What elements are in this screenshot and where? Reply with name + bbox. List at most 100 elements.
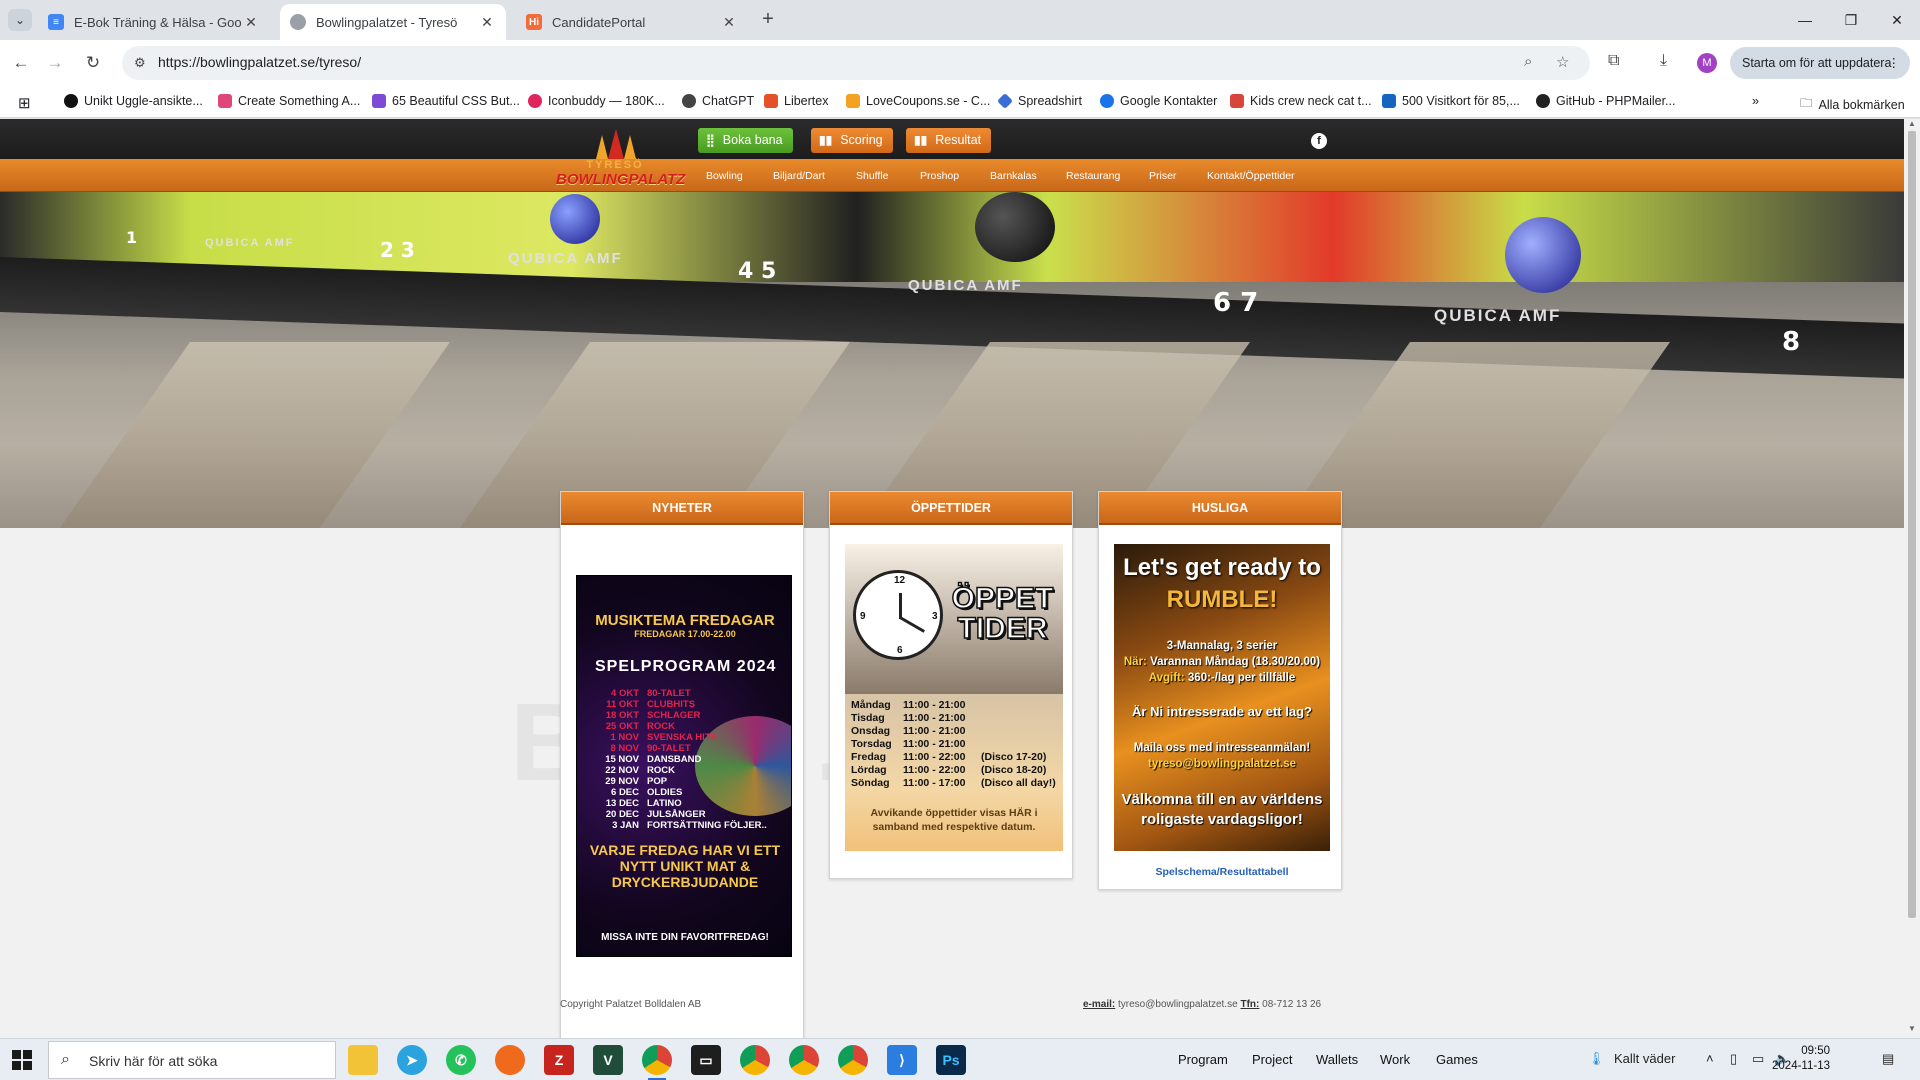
- download-icon[interactable]: ⤓: [1660, 52, 1667, 70]
- site-logo[interactable]: TYRESÖ BOWLINGPALATZ: [556, 129, 685, 193]
- program-row: 22 NOV ROCK: [605, 765, 675, 776]
- more-bookmarks-icon[interactable]: »: [1752, 94, 1759, 108]
- chrome-profile-m-icon[interactable]: [642, 1045, 672, 1080]
- whatsapp-icon[interactable]: ✆: [446, 1045, 476, 1075]
- hours-row: Onsdag 11:00 - 21:00: [851, 725, 966, 737]
- firefox-icon[interactable]: [495, 1045, 525, 1075]
- bookmark-item[interactable]: Google Kontakter: [1100, 94, 1217, 108]
- bookmark-item[interactable]: 500 Visitkort för 85,...: [1382, 94, 1520, 108]
- tab-search-button[interactable]: ⌄: [8, 9, 32, 31]
- windows-taskbar: ⌕ Skriv här för att söka ➤ ✆ Z V ▭ ⟩ Ps …: [0, 1038, 1920, 1080]
- kids-icon: [1230, 94, 1244, 108]
- bookmark-item[interactable]: Kids crew neck cat t...: [1230, 94, 1372, 108]
- hours-row: Söndag 11:00 - 17:00 (Disco all day!): [851, 777, 1056, 789]
- address-bar[interactable]: ⚙ https://bowlingpalatzet.se/tyreso/ ⌕ ☆: [122, 46, 1590, 80]
- program-row: 18 OKT SCHLAGER: [605, 710, 701, 721]
- network-icon[interactable]: ▭: [1752, 1051, 1764, 1067]
- nav-shuffle[interactable]: Shuffle: [856, 170, 889, 182]
- apps-grid-icon[interactable]: ⊞: [18, 94, 31, 112]
- bowling-ball-icon: [1505, 217, 1581, 293]
- scroll-up-icon[interactable]: ▲: [1908, 119, 1916, 128]
- back-button[interactable]: ←: [8, 50, 34, 76]
- close-icon[interactable]: ✕: [720, 14, 738, 31]
- nav-proshop[interactable]: Proshop: [920, 170, 959, 182]
- opening-hours-poster[interactable]: 12 3 6 9 ÖPPET TIDER Måndag 11:00 - 21:00 …: [845, 544, 1063, 851]
- all-bookmarks[interactable]: 🗀 Alla bokmärken: [1800, 94, 1905, 115]
- tab-candidateportal[interactable]: Hi CandidatePortal ✕: [516, 4, 748, 40]
- scroll-down-icon[interactable]: ▼: [1908, 1024, 1916, 1033]
- taskbar-clock[interactable]: 09:50 2024-11-13: [1766, 1044, 1830, 1074]
- results-button[interactable]: ▮▮ Resultat: [906, 128, 992, 153]
- zoom-icon[interactable]: ⌕: [1524, 53, 1532, 70]
- v-app-icon[interactable]: V: [593, 1045, 623, 1075]
- update-button[interactable]: Starta om för att uppdatera ⋮: [1730, 47, 1910, 79]
- url-text[interactable]: https://bowlingpalatzet.se/tyreso/: [158, 54, 361, 70]
- new-tab-button[interactable]: +: [756, 8, 780, 32]
- taskbar-search[interactable]: ⌕ Skriv här för att söka: [48, 1041, 336, 1079]
- scoring-button[interactable]: ▮▮ Scoring: [811, 128, 893, 153]
- bookmark-item[interactable]: LoveCoupons.se - C...: [846, 94, 990, 108]
- extensions-icon[interactable]: ⧉: [1608, 52, 1619, 70]
- minimize-button[interactable]: —: [1782, 0, 1828, 40]
- close-icon[interactable]: ✕: [478, 14, 496, 31]
- program-row: 3 JAN FORTSÄTTNING FÖLJER..: [612, 820, 767, 831]
- close-window-button[interactable]: ✕: [1874, 0, 1920, 40]
- bookmark-item[interactable]: Libertex: [764, 94, 828, 108]
- bookmark-item[interactable]: ChatGPT: [682, 94, 754, 108]
- windows-start-icon[interactable]: [12, 1050, 32, 1070]
- email-link[interactable]: tyreso@bowlingpalatzet.se: [1118, 999, 1238, 1010]
- weather-text[interactable]: Kallt väder: [1614, 1051, 1675, 1066]
- profile-avatar[interactable]: M: [1697, 53, 1717, 73]
- reload-icon: ↻: [85, 53, 101, 72]
- hours-heading: ÖPPETTIDER: [830, 492, 1072, 525]
- chevron-up-icon[interactable]: ˄: [1706, 1051, 1714, 1066]
- nav-kontakt[interactable]: Kontakt/Öppettider: [1207, 170, 1295, 182]
- nav-bowling[interactable]: Bowling: [706, 170, 743, 182]
- music-friday-poster[interactable]: MUSIKTEMA FREDAGAR FREDAGAR 17.00-22.00 …: [576, 575, 792, 957]
- taskbar-group-wallets[interactable]: Wallets: [1316, 1052, 1358, 1067]
- scroll-thumb[interactable]: [1908, 131, 1916, 918]
- bookmark-star-icon[interactable]: ☆: [1556, 53, 1569, 71]
- filezilla-icon[interactable]: Z: [544, 1045, 574, 1075]
- device-icon[interactable]: ▯: [1730, 1051, 1737, 1067]
- telegram-icon[interactable]: ➤: [397, 1045, 427, 1075]
- chrome-icon[interactable]: [740, 1045, 770, 1075]
- vscode-icon[interactable]: ⟩: [887, 1045, 917, 1075]
- nav-barnkalas[interactable]: Barnkalas: [990, 170, 1037, 182]
- taskbar-group-work[interactable]: Work: [1380, 1052, 1410, 1067]
- restore-button[interactable]: ❐: [1828, 0, 1874, 40]
- file-explorer-icon[interactable]: [348, 1045, 378, 1075]
- notifications-icon[interactable]: ▤: [1882, 1051, 1894, 1067]
- arrow-left-icon: ←: [12, 53, 30, 72]
- facebook-icon[interactable]: f: [1311, 133, 1327, 149]
- page-scrollbar[interactable]: ▲ ▼: [1904, 119, 1920, 1038]
- bookmark-item[interactable]: Spreadshirt: [997, 93, 1082, 109]
- bookmark-item[interactable]: Unikt Uggle-ansikte...: [64, 94, 203, 108]
- bar-chart-icon: ▮▮: [819, 133, 833, 147]
- site-info-icon[interactable]: ⚙: [134, 55, 146, 71]
- taskbar-group-project[interactable]: Project: [1252, 1052, 1292, 1067]
- bookmark-item[interactable]: Iconbuddy — 180K...: [528, 94, 665, 108]
- terminal-icon[interactable]: ▭: [691, 1045, 721, 1075]
- forward-button[interactable]: →: [42, 50, 68, 76]
- nav-biljard-dart[interactable]: Biljard/Dart: [773, 170, 825, 182]
- nav-restaurang[interactable]: Restaurang: [1066, 170, 1120, 182]
- chevron-down-icon: ⌄: [14, 13, 26, 27]
- bookmark-item[interactable]: GitHub - PHPMailer...: [1536, 94, 1675, 108]
- chrome-icon[interactable]: [789, 1045, 819, 1075]
- close-icon[interactable]: ✕: [242, 14, 260, 31]
- folder-icon: 🗀: [1800, 96, 1813, 110]
- reload-button[interactable]: ↻: [80, 50, 106, 76]
- tab-ebok[interactable]: ≡ E-Bok Träning & Hälsa - Google ✕: [38, 4, 270, 40]
- book-lane-button[interactable]: ⣿ Boka bana: [698, 128, 793, 153]
- taskbar-group-program[interactable]: Program: [1178, 1052, 1228, 1067]
- league-poster[interactable]: Let's get ready to RUMBLE! 3-Mannalag, 3…: [1114, 544, 1330, 851]
- bookmark-item[interactable]: Create Something A...: [218, 94, 360, 108]
- taskbar-group-games[interactable]: Games: [1436, 1052, 1478, 1067]
- photoshop-icon[interactable]: Ps: [936, 1045, 966, 1075]
- chrome-icon[interactable]: [838, 1045, 868, 1075]
- nav-priser[interactable]: Priser: [1149, 170, 1176, 182]
- tab-bowlingpalatzet[interactable]: Bowlingpalatzet - Tyresö ✕: [280, 4, 506, 40]
- bookmark-item[interactable]: 65 Beautiful CSS But...: [372, 94, 520, 108]
- schedule-results-link[interactable]: Spelschema/Resultattabell: [1114, 866, 1330, 878]
